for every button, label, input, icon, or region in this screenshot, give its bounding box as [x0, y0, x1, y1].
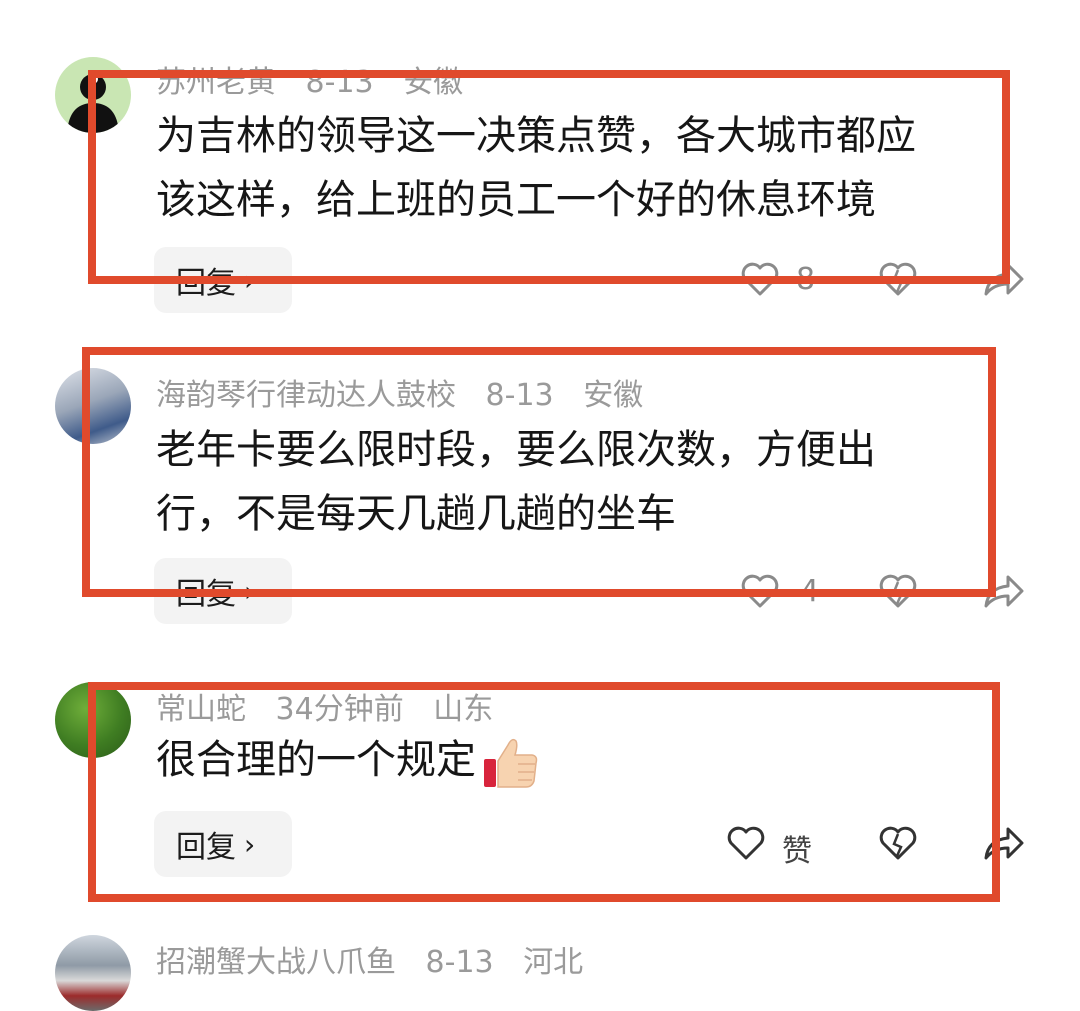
avatar[interactable]	[55, 935, 131, 1011]
comment-meta: 招潮蟹大战八爪鱼 8-13 河北	[156, 937, 603, 981]
comment-location: 河北	[523, 945, 584, 980]
username[interactable]: 招潮蟹大战八爪鱼	[156, 945, 396, 980]
comment-time: 8-13	[425, 945, 494, 980]
comment-item: 招潮蟹大战八爪鱼 8-13 河北	[0, 0, 1080, 1011]
